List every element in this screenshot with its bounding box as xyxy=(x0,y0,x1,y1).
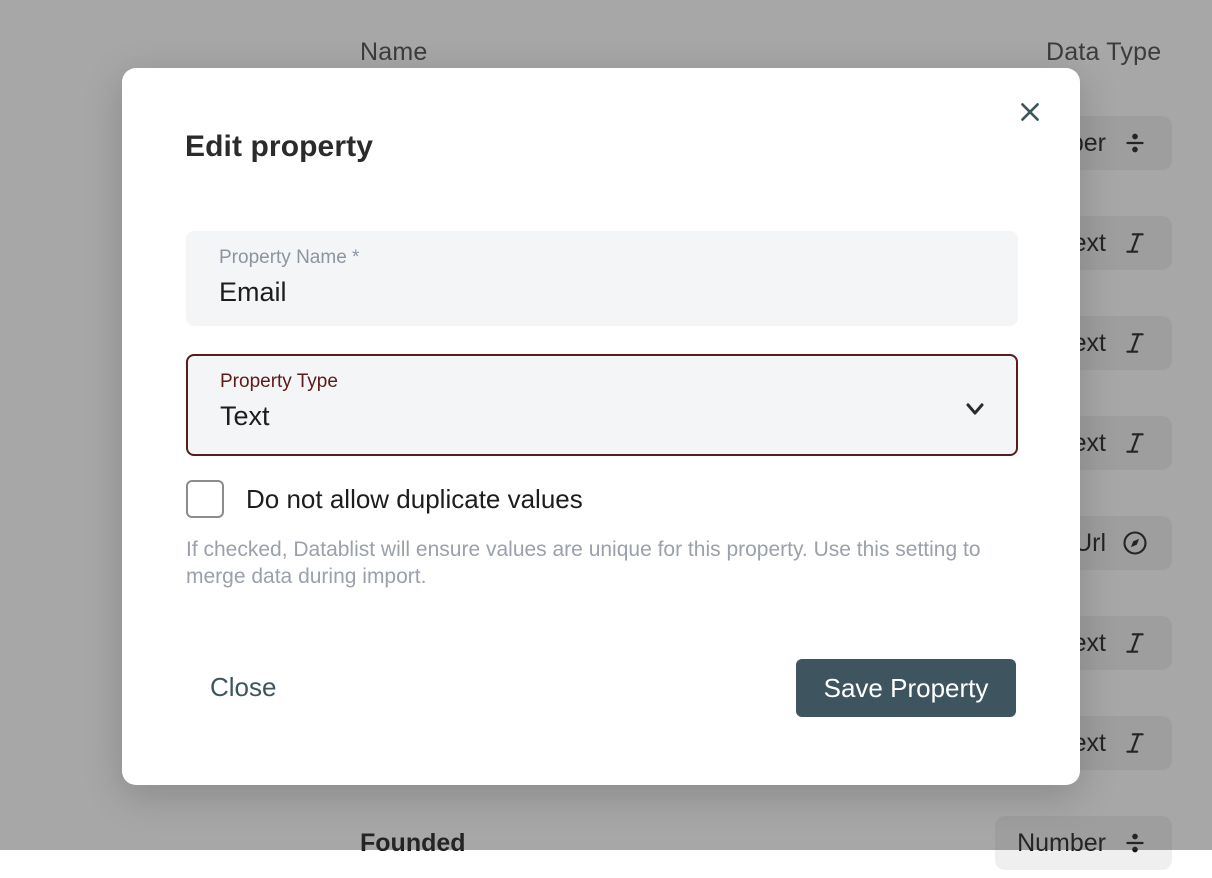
duplicate-values-checkbox[interactable] xyxy=(186,480,224,518)
property-name-field[interactable]: Property Name * Email xyxy=(186,231,1018,326)
edit-property-dialog: Edit property Property Name * Email Prop… xyxy=(122,68,1080,785)
chevron-down-icon[interactable] xyxy=(958,391,992,425)
property-name-input[interactable]: Email xyxy=(219,272,985,312)
save-property-button[interactable]: Save Property xyxy=(796,659,1016,717)
close-icon[interactable] xyxy=(1010,92,1050,132)
page-title: Edit property xyxy=(185,130,373,164)
duplicate-values-row[interactable]: Do not allow duplicate values xyxy=(186,480,583,518)
property-name-label: Property Name * xyxy=(219,246,985,270)
property-type-select[interactable]: Property Type Text xyxy=(186,354,1018,456)
property-type-value: Text xyxy=(220,396,984,436)
duplicate-values-help-text: If checked, Datablist will ensure values… xyxy=(186,536,996,590)
duplicate-values-label: Do not allow duplicate values xyxy=(246,484,583,515)
close-button[interactable]: Close xyxy=(210,672,276,703)
property-type-label: Property Type xyxy=(220,370,984,394)
